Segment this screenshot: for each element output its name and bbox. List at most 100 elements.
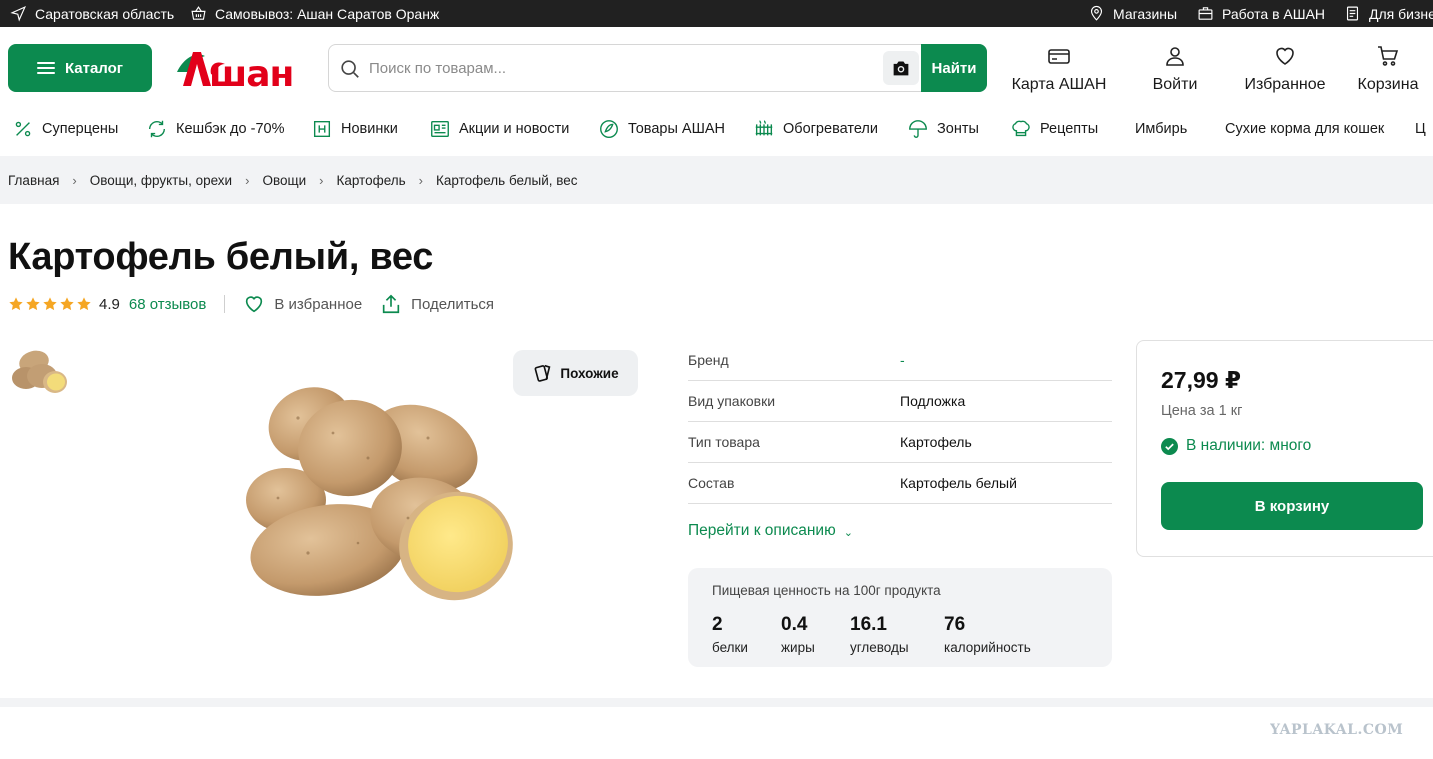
nav-item-label: Имбирь bbox=[1135, 121, 1188, 137]
chevron-right-icon: › bbox=[245, 172, 250, 188]
card-icon bbox=[1048, 49, 1070, 64]
business-label: Для бизне bbox=[1369, 5, 1433, 22]
nav-item-umbrellas[interactable]: Зонты bbox=[907, 112, 979, 146]
go-to-description-link[interactable]: Перейти к описанию ⌄ bbox=[688, 522, 853, 540]
auchan-goods-icon bbox=[600, 120, 618, 138]
login-label: Войти bbox=[1152, 76, 1198, 93]
similar-products-button[interactable]: Похожие bbox=[513, 350, 638, 396]
map-pin-icon bbox=[1090, 5, 1103, 21]
nav-item-auchan-goods[interactable]: Товары АШАН bbox=[598, 112, 725, 146]
find-button[interactable]: Найти bbox=[921, 44, 987, 92]
nav-item-ginger[interactable]: Имбирь bbox=[1135, 112, 1187, 146]
favorites-link[interactable]: Избранное bbox=[1243, 44, 1327, 94]
watermark-text: YAPLAKAL.COM bbox=[1270, 722, 1403, 738]
nutrition-heading: Пищевая ценность на 100г продукта bbox=[712, 583, 941, 598]
auchan-logo[interactable]: шан bbox=[175, 46, 307, 95]
stock-status: В наличии: много bbox=[1161, 437, 1311, 455]
nav-item-label: Обогреватели bbox=[783, 121, 878, 137]
share-icon bbox=[383, 294, 400, 314]
auchan-card-link[interactable]: Карта АШАН bbox=[1011, 44, 1107, 94]
chevron-right-icon: › bbox=[72, 172, 77, 188]
nutrition-label: жиры bbox=[781, 640, 815, 655]
nav-item-new[interactable]: Новинки bbox=[311, 112, 398, 146]
chevron-right-icon: › bbox=[319, 172, 324, 188]
spec-key: Состав bbox=[688, 475, 735, 491]
nutrition-value: 16.1 bbox=[850, 614, 887, 635]
nav-item-recipes[interactable]: Рецепты bbox=[1010, 112, 1098, 146]
rating-value: 4.9 bbox=[99, 295, 120, 313]
new-icon bbox=[313, 120, 331, 138]
nav-item-superprices[interactable]: Суперцены bbox=[12, 112, 118, 146]
search-icon bbox=[341, 60, 359, 78]
add-to-cart-button[interactable]: В корзину bbox=[1161, 482, 1423, 530]
business-link[interactable]: Для бизне bbox=[1344, 0, 1433, 27]
spec-value[interactable]: - bbox=[900, 352, 905, 368]
search-input[interactable] bbox=[369, 51, 889, 85]
nav-item-promos[interactable]: Акции и новости bbox=[429, 112, 569, 146]
product-thumbnail[interactable] bbox=[8, 344, 70, 398]
breadcrumb-item[interactable]: Овощи bbox=[262, 173, 306, 188]
spec-key: Тип товара bbox=[688, 434, 760, 450]
price: 27,99 ₽ bbox=[1161, 367, 1241, 393]
camera-icon bbox=[893, 61, 909, 76]
star-rating bbox=[8, 296, 92, 312]
share-button[interactable]: Поделиться bbox=[380, 293, 494, 315]
star-icon bbox=[9, 297, 23, 311]
reviews-link[interactable]: 68 отзывов bbox=[129, 296, 207, 313]
catalog-label: Каталог bbox=[64, 59, 124, 77]
nutrition-item: 0.4 жиры bbox=[781, 614, 815, 655]
nutrition-value: 0.4 bbox=[781, 614, 808, 635]
potato-thumbnail-image bbox=[12, 350, 67, 393]
nav-item-label: Сухие корма для кошек bbox=[1225, 121, 1385, 137]
cashback-icon bbox=[148, 120, 166, 138]
auchan-bird-logo-icon: шан bbox=[177, 52, 294, 95]
login-link[interactable]: Войти bbox=[1151, 44, 1199, 94]
pickup-label: Самовывоз: Ашан Саратов Оранж bbox=[215, 5, 440, 22]
cart-link[interactable]: Корзина bbox=[1356, 44, 1420, 94]
jobs-label: Работа в АШАН bbox=[1222, 5, 1326, 22]
camera-search-button[interactable] bbox=[883, 51, 919, 85]
breadcrumb-item[interactable]: Картофель bbox=[336, 173, 405, 188]
nav-item-label: Товары АШАН bbox=[628, 121, 726, 137]
nav-item-heaters[interactable]: Обогреватели bbox=[753, 112, 878, 146]
user-icon bbox=[1166, 47, 1184, 66]
stock-label: В наличии: много bbox=[1186, 437, 1312, 454]
breadcrumb-band: Главная › Овощи, фрукты, орехи › Овощи ›… bbox=[0, 156, 1433, 204]
favorite-label: В избранное bbox=[274, 295, 363, 313]
pickup-selector[interactable]: Самовывоз: Ашан Саратов Оранж bbox=[190, 0, 439, 27]
check-circle-icon bbox=[1161, 437, 1178, 455]
spec-value: Подложка bbox=[900, 393, 966, 409]
nav-item-label: Новинки bbox=[341, 121, 398, 137]
divider bbox=[224, 295, 226, 313]
heart-icon bbox=[246, 296, 263, 313]
category-nav: Суперцены Кешбэк до -70% Новинки Акции и… bbox=[0, 112, 1433, 146]
heart-icon bbox=[1276, 47, 1294, 65]
spec-key: Вид упаковки bbox=[688, 393, 776, 409]
nav-item-label: Суперцены bbox=[42, 121, 119, 137]
top-bar: Саратовская область Самовывоз: Ашан Сара… bbox=[0, 0, 1433, 27]
nutrition-item: 76 калорийность bbox=[944, 614, 1031, 655]
catalog-button[interactable]: Каталог bbox=[8, 44, 152, 92]
region-selector[interactable]: Саратовская область bbox=[10, 0, 174, 27]
percent-icon bbox=[15, 121, 31, 137]
region-label: Саратовская область bbox=[35, 5, 175, 22]
breadcrumb-item[interactable]: Овощи, фрукты, орехи bbox=[90, 173, 232, 188]
nav-item-cashback[interactable]: Кешбэк до -70% bbox=[146, 112, 284, 146]
star-icon bbox=[43, 297, 57, 311]
nav-item-label: Рецепты bbox=[1040, 121, 1099, 137]
product-image[interactable] bbox=[238, 378, 518, 608]
star-icon bbox=[60, 297, 74, 311]
nav-item-truncated[interactable]: Ц bbox=[1415, 112, 1426, 146]
spec-value: Картофель белый bbox=[900, 475, 1017, 491]
breadcrumb-item[interactable]: Главная bbox=[8, 173, 59, 188]
nav-item-cat-food[interactable]: Сухие корма для кошек bbox=[1225, 112, 1384, 146]
spec-row: Вид упаковки Подложка bbox=[688, 381, 1112, 422]
jobs-link[interactable]: Работа в АШАН bbox=[1197, 0, 1325, 27]
stores-link[interactable]: Магазины bbox=[1088, 0, 1177, 27]
cards-icon bbox=[534, 364, 551, 382]
spec-row: Состав Картофель белый bbox=[688, 463, 1112, 504]
buy-box: 27,99 ₽ Цена за 1 кг В наличии: много В … bbox=[1136, 340, 1433, 557]
page-title: Картофель белый, вес bbox=[8, 236, 434, 278]
desc-link-label: Перейти к описанию bbox=[688, 522, 836, 539]
add-to-favorites-button[interactable]: В избранное bbox=[243, 293, 362, 315]
